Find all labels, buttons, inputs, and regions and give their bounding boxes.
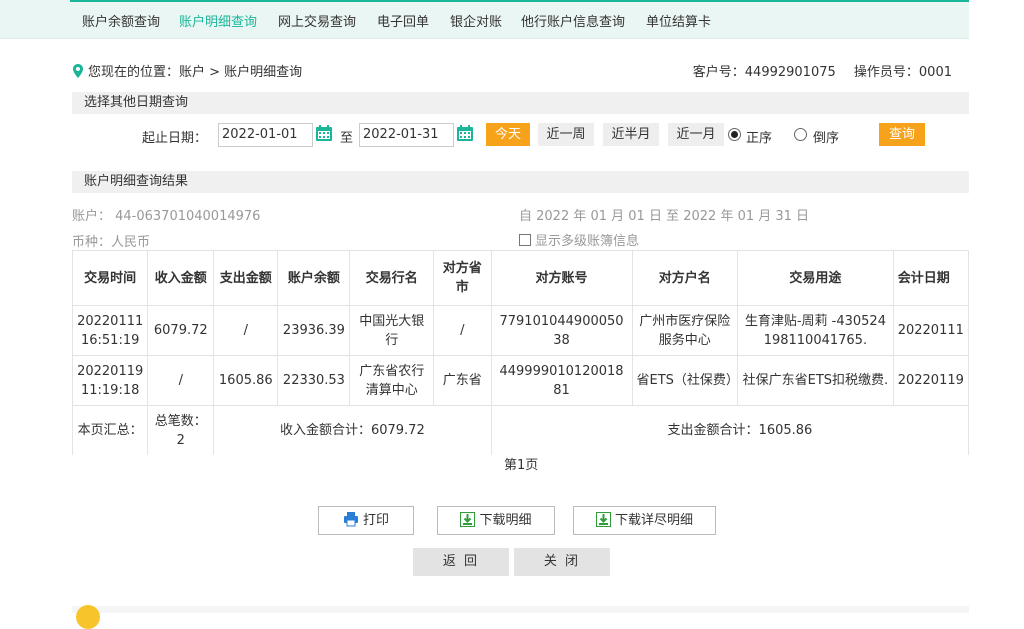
nav-item-detail[interactable]: 账户明细查询 <box>179 11 257 30</box>
order-asc-radio[interactable] <box>728 128 741 141</box>
print-label: 打印 <box>362 513 389 528</box>
nav-item-settlement-card[interactable]: 单位结算卡 <box>646 11 711 30</box>
account-number: 账户： 44-063701040014976 <box>72 209 261 224</box>
cell-balance: 23936.39 <box>277 305 351 356</box>
col-header: 支出金额 <box>213 250 279 306</box>
summary-count: 总笔数：2 <box>147 405 215 455</box>
multi-ledger-checkbox[interactable] <box>519 234 531 246</box>
cell-bank-name: 广东省农行清算中心 <box>349 355 434 406</box>
top-nav: 账户余额查询 账户明细查询 网上交易查询 电子回单 银企对账 他行账户信息查询 … <box>0 0 969 39</box>
col-header: 对方账号 <box>490 250 633 306</box>
table-row: 20220111 16:51:19 6079.72 / 23936.39 中国光… <box>72 305 969 356</box>
table-row: 20220119 11:19:18 / 1605.86 22330.53 广东省… <box>72 355 969 406</box>
cell-balance: 22330.53 <box>277 355 351 406</box>
cell-counterparty-account: 44999901012001881 <box>490 355 633 406</box>
summary-label: 本页汇总： <box>72 405 149 455</box>
cell-accounting-date: 20220119 <box>892 355 969 406</box>
currency: 币种：人民币 <box>72 235 151 250</box>
tip-icon <box>76 605 100 629</box>
start-date-input[interactable]: 2022-01-01 <box>218 123 313 147</box>
last-week-button[interactable]: 近一周 <box>538 123 594 146</box>
breadcrumb-text: 您现在的位置：账户 > 账户明细查询 <box>88 65 303 80</box>
query-period: 自 2022 年 01 月 01 日 至 2022 年 01 月 31 日 <box>519 209 810 224</box>
cell-counterparty-account: 77910104490005038 <box>490 305 633 356</box>
download-detail-label: 下载明细 <box>479 513 532 528</box>
col-header: 交易用途 <box>737 250 894 306</box>
result-section-title: 账户明细查询结果 <box>72 171 969 193</box>
cell-counterparty-name: 省ETS（社保费） <box>631 355 739 406</box>
date-range-label: 起止日期： <box>142 131 208 146</box>
cell-counterparty-region: / <box>432 305 492 356</box>
order-asc-label: 正序 <box>746 131 773 146</box>
col-header: 收入金额 <box>147 250 215 306</box>
cell-time: 20220119 11:19:18 <box>72 355 149 406</box>
nav-item-other-bank[interactable]: 他行账户信息查询 <box>521 11 625 30</box>
start-calendar-icon[interactable] <box>315 124 333 142</box>
breadcrumb: 您现在的位置：账户 > 账户明细查询 <box>72 61 302 80</box>
col-header: 对方户名 <box>631 250 739 306</box>
multi-ledger-option[interactable]: 显示多级账簿信息 <box>519 230 639 249</box>
printer-icon <box>343 512 358 527</box>
col-header: 交易时间 <box>72 250 149 306</box>
close-button[interactable]: 关 闭 <box>514 548 610 576</box>
summary-row: 本页汇总： 总笔数：2 收入金额合计：6079.72 支出金额合计：1605.8… <box>72 405 969 455</box>
table-header-row: 交易时间 收入金额 支出金额 账户余额 交易行名 对方省市 对方账号 对方户名 … <box>72 250 969 306</box>
summary-income-total: 收入金额合计：6079.72 <box>213 405 492 455</box>
page-indicator: 第1页 <box>504 458 539 473</box>
cell-income: 6079.72 <box>147 305 215 356</box>
operator-number: 操作员号：0001 <box>853 65 952 80</box>
customer-number: 客户号：44992901075 <box>692 65 836 80</box>
nav-item-balance[interactable]: 账户余额查询 <box>82 11 160 30</box>
to-label: 至 <box>340 131 354 146</box>
detail-table: 交易时间 收入金额 支出金额 账户余额 交易行名 对方省市 对方账号 对方户名 … <box>72 250 969 455</box>
col-header: 会计日期 <box>892 250 969 306</box>
end-date-input[interactable]: 2022-01-31 <box>359 123 454 147</box>
cell-income: / <box>147 355 215 406</box>
last-half-month-button[interactable]: 近半月 <box>603 123 659 146</box>
back-button[interactable]: 返 回 <box>413 548 509 576</box>
location-pin-icon <box>73 64 83 78</box>
col-header: 账户余额 <box>277 250 351 306</box>
col-header: 交易行名 <box>349 250 434 306</box>
query-button[interactable]: 查询 <box>879 123 925 146</box>
cell-purpose: 社保广东省ETS扣税缴费. <box>737 355 894 406</box>
bottom-tip-bar <box>72 606 969 613</box>
cell-accounting-date: 20220111 <box>892 305 969 356</box>
cell-expense: / <box>213 305 279 356</box>
col-header: 对方省市 <box>432 250 492 306</box>
order-desc-radio[interactable] <box>794 128 807 141</box>
cell-counterparty-name: 广州市医疗保险服务中心 <box>631 305 739 356</box>
customer-info: 客户号：44992901075 操作员号：0001 <box>679 61 952 80</box>
end-calendar-icon[interactable] <box>456 124 474 142</box>
cell-counterparty-region: 广东省 <box>432 355 492 406</box>
cell-purpose: 生育津贴-周莉 -430524198110041765. <box>737 305 894 356</box>
cell-time: 20220111 16:51:19 <box>72 305 149 356</box>
print-button[interactable]: 打印 <box>318 506 414 535</box>
download-icon <box>460 512 476 527</box>
download-detail-button[interactable]: 下载明细 <box>437 506 555 535</box>
order-desc-label: 倒序 <box>813 131 840 146</box>
cell-expense: 1605.86 <box>213 355 279 406</box>
date-query-section-title: 选择其他日期查询 <box>72 92 969 114</box>
download-full-detail-label: 下载详尽明细 <box>614 513 693 528</box>
download-icon <box>595 512 611 527</box>
summary-expense-total: 支出金额合计：1605.86 <box>490 405 969 455</box>
last-month-button[interactable]: 近一月 <box>668 123 724 146</box>
nav-accent-line <box>70 0 969 2</box>
cell-bank-name: 中国光大银行 <box>349 305 434 356</box>
download-full-detail-button[interactable]: 下载详尽明细 <box>573 506 716 535</box>
detail-table-container[interactable]: 交易时间 收入金额 支出金额 账户余额 交易行名 对方省市 对方账号 对方户名 … <box>72 250 969 455</box>
multi-ledger-label: 显示多级账簿信息 <box>535 234 640 249</box>
nav-item-online-transactions[interactable]: 网上交易查询 <box>278 11 356 30</box>
nav-item-e-receipt[interactable]: 电子回单 <box>377 11 429 30</box>
nav-item-reconciliation[interactable]: 银企对账 <box>450 11 502 30</box>
today-button[interactable]: 今天 <box>486 123 530 146</box>
